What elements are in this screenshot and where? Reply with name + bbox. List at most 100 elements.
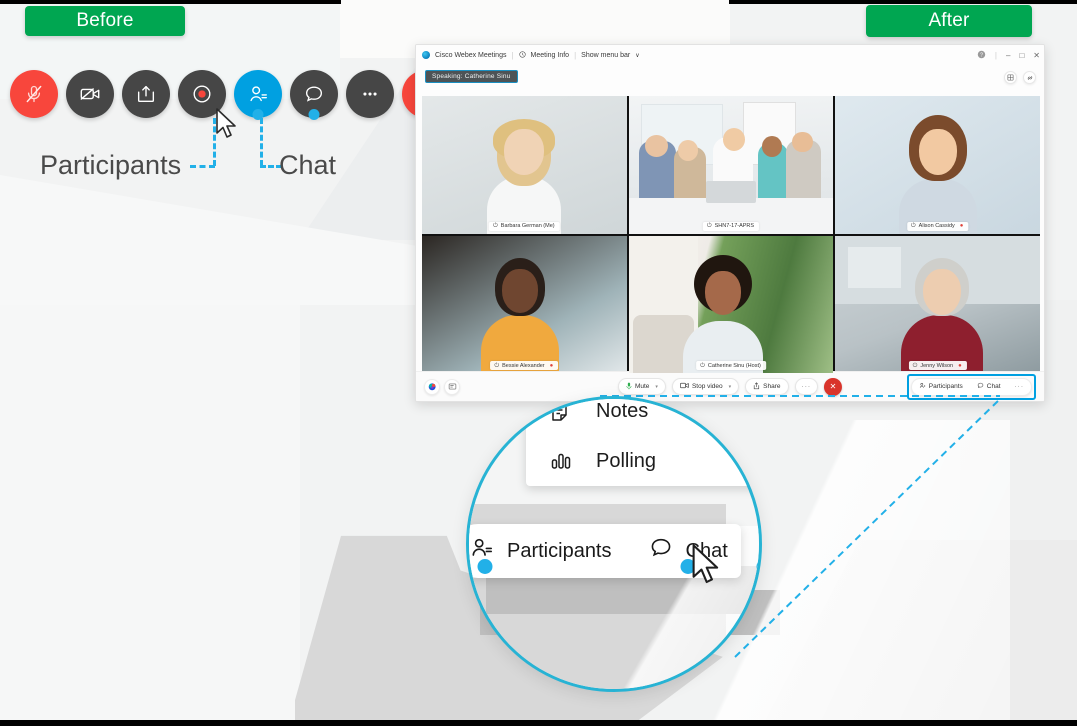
panel-more-button[interactable]: ··· (1008, 379, 1031, 395)
participant-name-badge: ⏻ Catherine Sinu (Host) (696, 361, 766, 370)
menu-item-notes[interactable]: Notes (526, 399, 759, 436)
webex-control-bar: Mute Stop video (416, 371, 1044, 401)
share-button[interactable]: Share (745, 378, 789, 395)
meeting-info-icon (518, 50, 526, 60)
record-circle-icon (191, 83, 213, 105)
bottom-border (0, 720, 1077, 726)
microphone-muted-icon: ⏻ (912, 362, 918, 369)
end-meeting-button[interactable]: ✕ (824, 377, 843, 396)
camera-icon (680, 382, 689, 391)
zoom-participants-button[interactable]: Participants (469, 524, 630, 578)
zoom-participants-label: Participants (507, 539, 612, 562)
panel-buttons-group: Participants Chat ··· (910, 377, 1032, 396)
video-tile-active-speaker[interactable]: ⏻ Catherine Sinu (Host) (628, 235, 834, 373)
share-up-icon (753, 382, 760, 392)
microphone-muted-icon: ⏻ (494, 362, 500, 369)
mouse-cursor-zoomed (691, 544, 725, 591)
microphone-icon (626, 382, 632, 392)
mute-button[interactable]: Mute (617, 378, 666, 395)
video-feed (422, 96, 627, 234)
control-bar-center: Mute Stop video (617, 377, 843, 396)
show-menu-bar-label[interactable]: Show menu bar (581, 52, 630, 59)
webex-view-controls (1004, 71, 1036, 84)
top-border-left (0, 0, 341, 4)
app-title: Cisco Webex Meetings (435, 51, 507, 59)
webex-title-bar: Cisco Webex Meetings | Meeting Info | Sh… (416, 45, 1044, 65)
video-tile[interactable]: ⏻ Bessie Alexander ● (422, 235, 627, 373)
zoom-more-options-button[interactable] (746, 524, 759, 578)
video-feed (422, 235, 627, 373)
titlebar-divider-3: | (994, 50, 997, 60)
titlebar-divider-2: | (574, 50, 577, 60)
menu-item-label: Polling (596, 449, 657, 472)
share-label: Share (763, 383, 781, 390)
camera-off-icon (79, 83, 101, 105)
participant-name-badge: ⏻ Alison Cassidy ● (906, 221, 969, 231)
participants-icon (247, 83, 269, 105)
help-icon[interactable]: ? (977, 50, 986, 61)
mute-audio-button[interactable] (10, 70, 58, 118)
participant-name: SHN7-17-APRS (714, 223, 755, 229)
video-tile[interactable]: ⏻ Jenny Wilson ● (835, 235, 1040, 373)
microphone-muted-icon: ⏻ (700, 362, 705, 369)
video-tile[interactable]: ⏻ SHN7-17-APRS (628, 96, 834, 234)
stop-video-button[interactable]: Stop video (671, 378, 740, 395)
chat-active-dot (308, 109, 320, 120)
participants-panel-button[interactable]: Participants (912, 379, 970, 395)
menu-item-label: Notes (596, 399, 649, 422)
participants-icon (919, 382, 926, 391)
zoom-callout-content: Notes Polling Participants Chat (469, 399, 759, 689)
before-label-chat: Chat (279, 150, 337, 180)
meeting-info-label[interactable]: Meeting Info (531, 52, 570, 59)
menu-item-polling[interactable]: Polling (526, 436, 759, 486)
chat-panel-button[interactable]: Chat (970, 379, 1008, 395)
leader-line-participants-horizontal (190, 165, 215, 168)
bg-shape-left (0, 300, 300, 726)
notes-icon (548, 399, 574, 423)
chevron-down-icon[interactable]: ∨ (635, 52, 639, 59)
minimize-button[interactable]: – (1006, 51, 1010, 60)
video-tile[interactable]: ⏻ Alison Cassidy ● (835, 96, 1040, 234)
stop-video-button[interactable] (66, 70, 114, 118)
layout-grid-icon[interactable] (1004, 71, 1017, 84)
webex-meetings-window[interactable]: Cisco Webex Meetings | Meeting Info | Sh… (415, 44, 1045, 402)
chat-label: Chat (986, 383, 1001, 390)
more-options-button[interactable]: ··· (794, 378, 819, 395)
chat-button[interactable] (290, 70, 338, 120)
chat-bubble-icon (303, 83, 325, 105)
share-content-button[interactable] (122, 70, 170, 118)
after-badge: After (866, 5, 1032, 37)
leader-line-chat-vertical (260, 118, 263, 166)
participant-name: Bessie Alexander (502, 362, 545, 369)
participant-name: Alison Cassidy (918, 223, 955, 229)
participant-name: Barbara German (Me) (500, 223, 555, 229)
more-options-button[interactable] (346, 70, 394, 118)
microphone-muted-icon: ⏻ (493, 223, 498, 229)
chat-bubble-icon (648, 535, 674, 567)
participants-button[interactable] (234, 70, 282, 120)
recording-icon: ● (959, 223, 964, 229)
maximize-button[interactable]: □ (1019, 51, 1024, 60)
video-feed (628, 235, 834, 373)
zoom-chat-button[interactable]: Chat (630, 524, 746, 578)
video-tile-grid: ⏻ Barbara German (Me) ⏻ SHN7-17-APRS ⏻ A… (422, 96, 1040, 373)
zoom-callout-circle: Notes Polling Participants Chat (466, 396, 762, 692)
participant-name-badge: ⏻ Barbara German (Me) (489, 221, 560, 231)
webex-assistant-icon[interactable] (424, 378, 440, 395)
close-window-button[interactable]: ✕ (1033, 51, 1040, 60)
webex-logo-icon (422, 51, 430, 59)
control-bar-right: Participants Chat ··· (906, 373, 1036, 400)
participants-indicator-dot (477, 559, 493, 574)
speaking-indicator: Speaking: Catherine Sinu (425, 70, 518, 83)
screenshot-canvas: Before After Participants Chat Cisco Web… (0, 0, 1077, 726)
closed-captions-icon[interactable] (444, 378, 460, 395)
video-tile[interactable]: ⏻ Barbara German (Me) (422, 96, 627, 234)
video-feed (628, 96, 834, 234)
control-bar-left (424, 378, 460, 395)
top-border-right (729, 0, 1077, 4)
ellipsis-icon (359, 83, 381, 105)
before-label-participants: Participants (40, 150, 182, 180)
mute-label: Mute (634, 383, 650, 390)
titlebar-divider-1: | (511, 50, 514, 60)
connect-device-icon[interactable] (1023, 71, 1036, 84)
